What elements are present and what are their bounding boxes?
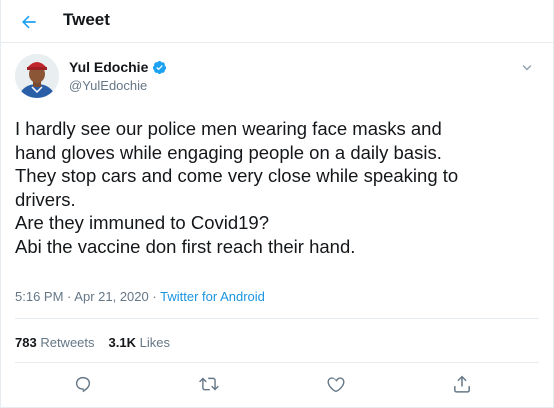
arrow-left-icon — [22, 15, 36, 29]
tweet-text-line: hand gloves while engaging people on a d… — [15, 141, 442, 163]
like-button[interactable] — [325, 373, 347, 395]
retweet-button[interactable] — [198, 373, 220, 395]
tweet-text-line: Are they immuned to Covid19? — [15, 212, 269, 233]
tweet-text-line: They stop cars and come very close while… — [15, 165, 459, 186]
more-options-button[interactable] — [519, 60, 535, 76]
meta-separator: · — [152, 289, 157, 304]
avatar-image — [15, 54, 59, 98]
retweets-count: 783 — [15, 335, 37, 350]
back-button[interactable] — [15, 8, 43, 36]
divider — [15, 362, 539, 363]
divider — [15, 318, 539, 319]
reply-icon — [75, 376, 91, 393]
retweet-icon — [199, 377, 219, 391]
tweet-page: Tweet Yul Edochie @YulEdochie I hardly s… — [0, 0, 554, 408]
chevron-down-icon — [522, 65, 532, 71]
meta-separator: · — [67, 289, 72, 304]
tweet-text-line: Abi the vaccine don first reach their ha… — [15, 235, 356, 257]
retweets-label: Retweets — [40, 335, 95, 350]
reply-button[interactable] — [72, 373, 94, 395]
author-name[interactable]: Yul Edochie — [69, 59, 167, 75]
tweet-source[interactable]: Twitter for Android — [160, 289, 265, 304]
retweets-stat[interactable]: 783 Retweets — [15, 335, 95, 350]
share-icon — [454, 375, 470, 393]
tweet-time[interactable]: 5:16 PM — [15, 289, 63, 304]
likes-count: 3.1K — [108, 335, 136, 350]
share-button[interactable] — [451, 373, 473, 395]
likes-label: Likes — [139, 335, 170, 350]
tweet-meta: 5:16 PM · Apr 21, 2020 · Twitter for And… — [15, 289, 265, 304]
likes-stat[interactable]: 3.1K Likes — [109, 335, 170, 350]
like-icon — [327, 377, 345, 392]
tweet-text: I hardly see our police men wearing face… — [15, 117, 541, 258]
verified-badge-icon — [153, 60, 167, 74]
page-title: Tweet — [63, 10, 110, 29]
tweet-stats: 783 Retweets 3.1K Likes — [15, 335, 170, 350]
author-name-text: Yul Edochie — [69, 59, 149, 75]
tweet-text-line: I hardly see our police men wearing face… — [15, 118, 442, 139]
author-handle[interactable]: @YulEdochie — [69, 78, 147, 93]
tweet-text-line: drivers. — [15, 188, 76, 210]
tweet-date[interactable]: Apr 21, 2020 — [74, 289, 148, 304]
avatar[interactable] — [15, 54, 59, 98]
page-header: Tweet — [1, 0, 553, 43]
tweet-actions — [1, 373, 553, 397]
